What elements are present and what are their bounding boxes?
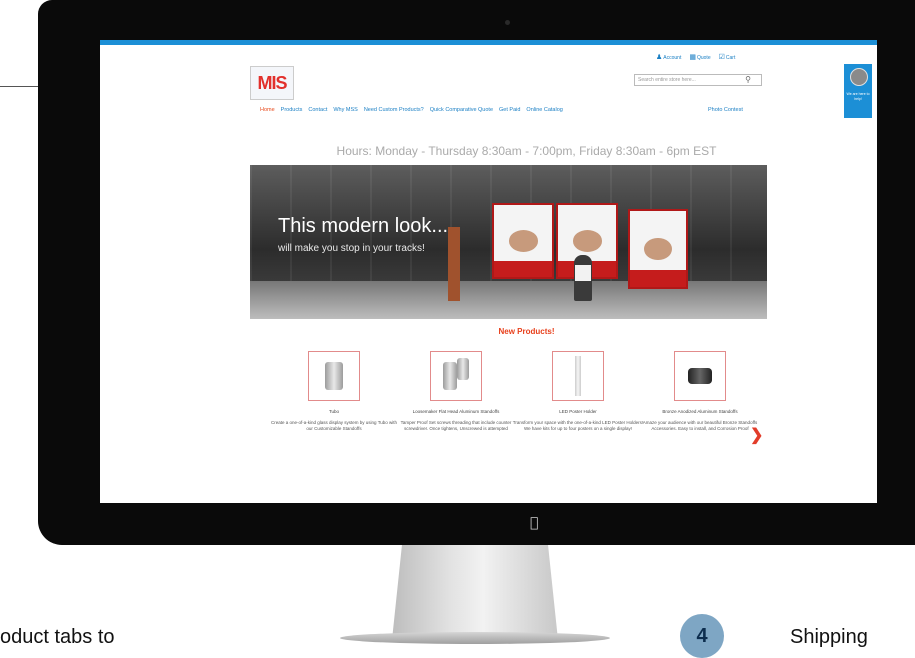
product-name[interactable]: Bronze Anodized Aluminum Standoffs [634,409,766,415]
avatar [850,68,868,86]
cart-link[interactable]: ☑Cart [719,53,736,61]
nav-item-quick-quote[interactable]: Quick Comparative Quote [430,107,493,113]
nav-item-products[interactable]: Products [281,107,303,113]
step-badge: 4 [680,614,724,658]
product-description: Transform your space with the one-of-a-k… [512,419,644,431]
banner-floor [250,281,767,319]
accent-bar [100,40,877,45]
camera [505,20,510,25]
cart-icon: ☑ [718,54,725,61]
poster-image [628,209,688,289]
account-link[interactable]: ♟Account [656,53,681,61]
product-card[interactable]: Loosemaker Flat Head Aluminum Standoffs … [390,351,522,432]
nav-item-why-mss[interactable]: Why MSS [333,107,357,113]
nav-item-online-catalog[interactable]: Online Catalog [526,107,562,113]
product-name[interactable]: Tubo [268,409,400,415]
search-icon[interactable]: ⚲ [745,75,751,84]
nav-item-get-paid[interactable]: Get Paid [499,107,520,113]
chat-label: We are here to help! [846,92,870,101]
live-chat-widget[interactable]: We are here to help! [844,64,872,118]
nav-item-home[interactable]: Home [260,107,275,113]
imac-base [340,632,610,644]
apple-logo-icon:  [530,515,538,531]
chevron-right-icon[interactable]: ❯ [750,425,763,445]
poster-image [492,203,554,279]
product-card[interactable]: Bronze Anodized Aluminum Standoffs Amaze… [634,351,766,432]
quote-link[interactable]: ▦Quote [689,53,710,61]
main-nav: Home Products Contact Why MSS Need Custo… [260,107,563,113]
caption-left: oduct tabs to [0,626,115,648]
product-name[interactable]: LED Poster Holder [512,409,644,415]
product-name[interactable]: Loosemaker Flat Head Aluminum Standoffs [390,409,522,415]
kiosk-graphic [448,227,460,301]
nav-item-contact[interactable]: Contact [308,107,327,113]
product-description: Tamper Proof Set screws threading that i… [400,419,512,431]
banner-headline: This modern look... [278,215,449,237]
person-graphic [574,255,592,301]
hero-banner[interactable]: This modern look... will make you stop i… [250,165,767,319]
website-screen: MIS ♟Account ▦Quote ☑Cart Search entire … [100,40,877,503]
search-input[interactable]: Search entire store here... ⚲ [634,74,762,86]
imac-stand [392,545,558,640]
top-links: ♟Account ▦Quote ☑Cart [656,53,735,61]
product-image[interactable] [552,351,604,401]
site-logo[interactable]: MIS [250,66,294,100]
nav-item-custom-products[interactable]: Need Custom Products? [364,107,424,113]
product-image[interactable] [308,351,360,401]
business-hours: Hours: Monday - Thursday 8:30am - 7:00pm… [336,144,717,158]
quote-icon: ▦ [689,54,696,61]
nav-item-photo-contest[interactable]: Photo Contest [708,107,743,113]
user-icon: ♟ [656,54,663,61]
product-description: Amaze your audience with our beautiful B… [642,419,758,431]
new-products-title: New Products! [498,327,555,336]
product-image[interactable] [430,351,482,401]
product-card[interactable]: LED Poster Holder Transform your space w… [512,351,644,432]
product-image[interactable] [674,351,726,401]
banner-subline: will make you stop in your tracks! [278,243,425,254]
product-description: Create a one-of-a-kind glass display sys… [270,419,398,431]
product-card[interactable]: Tubo Create a one-of-a-kind glass displa… [268,351,400,432]
caption-right: Shipping [790,626,868,648]
